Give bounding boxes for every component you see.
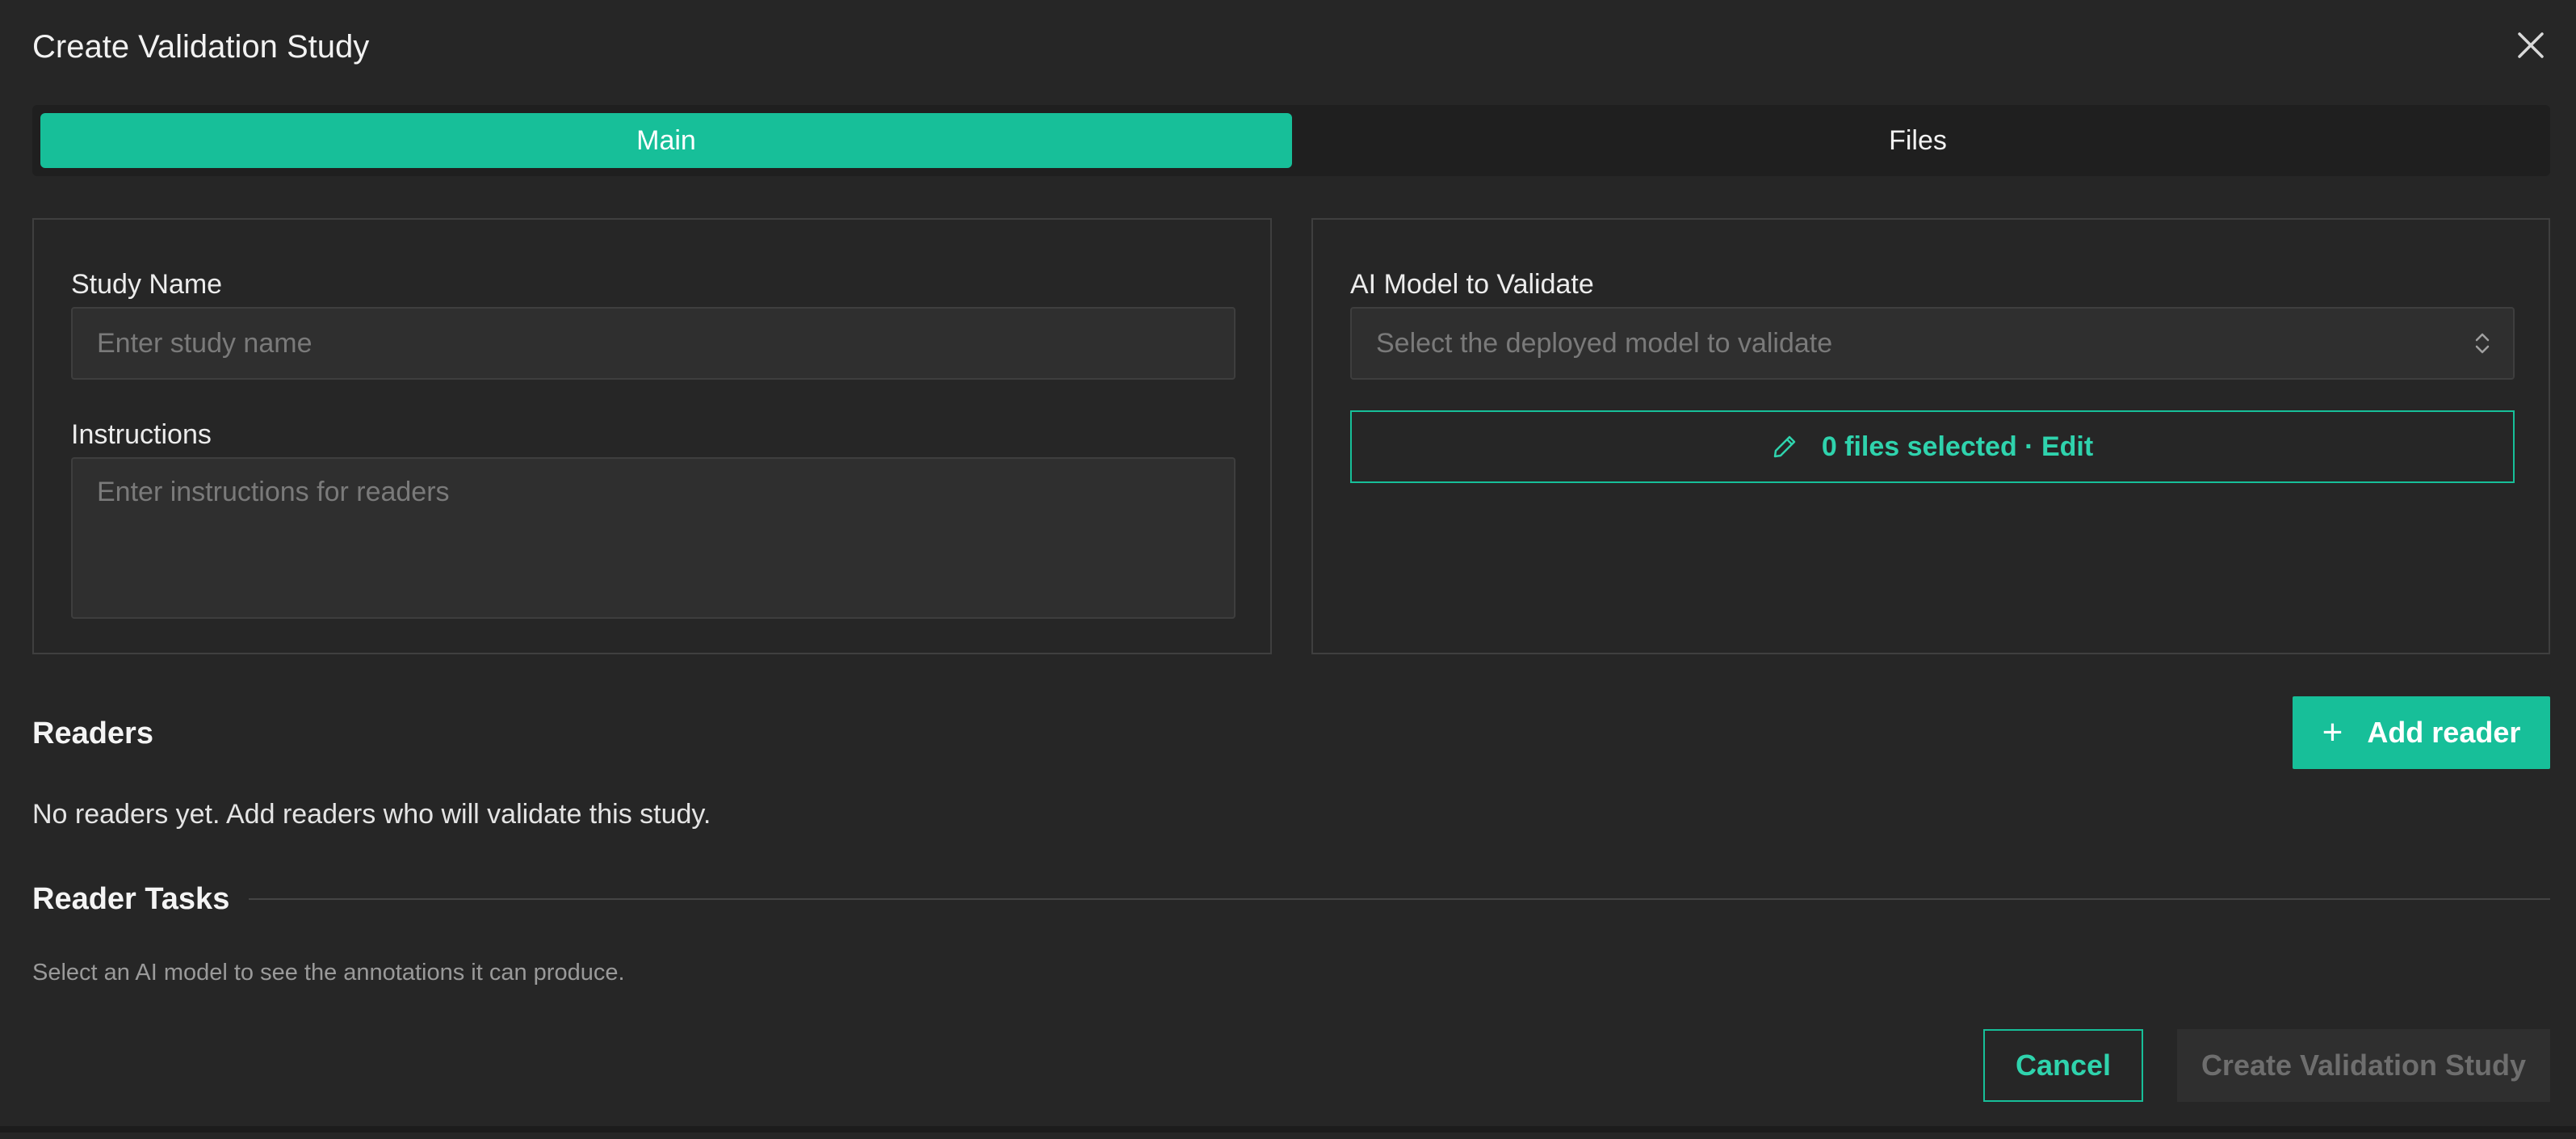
cancel-button[interactable]: Cancel	[1983, 1029, 2143, 1102]
tab-bar: Main Files	[32, 105, 2550, 176]
study-details-panel: Study Name Instructions	[32, 218, 1272, 654]
dialog-bottom-edge	[0, 1126, 2576, 1133]
ai-model-select[interactable]: Select the deployed model to validate	[1350, 307, 2515, 380]
add-reader-button[interactable]: + Add reader	[2293, 696, 2550, 769]
close-button[interactable]	[2513, 27, 2549, 63]
pencil-icon	[1773, 435, 1796, 458]
tab-files[interactable]: Files	[1292, 113, 2544, 168]
tab-main[interactable]: Main	[40, 113, 1292, 168]
model-panel: AI Model to Validate Select the deployed…	[1311, 218, 2550, 654]
edit-files-label: 0 files selected · Edit	[1821, 431, 2094, 462]
close-icon	[2518, 32, 2544, 58]
study-name-input[interactable]	[71, 307, 1236, 380]
reader-tasks-hint: Select an AI model to see the annotation…	[32, 960, 625, 986]
add-reader-label: Add reader	[2367, 716, 2521, 749]
instructions-textarea[interactable]	[71, 457, 1236, 619]
plus-icon: +	[2322, 712, 2343, 752]
ai-model-select-placeholder: Select the deployed model to validate	[1376, 328, 1833, 359]
reader-tasks-divider	[249, 898, 2550, 900]
ai-model-label: AI Model to Validate	[1350, 269, 1594, 300]
readers-heading: Readers	[32, 717, 153, 750]
create-validation-study-button[interactable]: Create Validation Study	[2177, 1029, 2550, 1102]
instructions-label: Instructions	[71, 419, 212, 450]
create-validation-study-dialog: Create Validation Study Main Files Study…	[0, 0, 2576, 1133]
readers-empty-message: No readers yet. Add readers who will val…	[32, 799, 711, 830]
reader-tasks-heading: Reader Tasks	[32, 882, 230, 916]
chevron-up-down-icon	[2475, 333, 2490, 354]
study-name-label: Study Name	[71, 269, 223, 300]
dialog-title: Create Validation Study	[32, 29, 370, 65]
edit-files-button[interactable]: 0 files selected · Edit	[1350, 410, 2515, 483]
